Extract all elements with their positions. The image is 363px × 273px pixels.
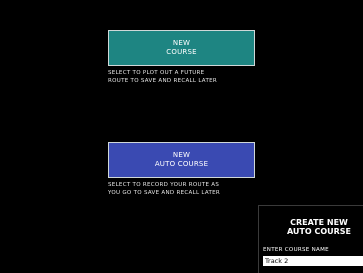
dialog-title-line1: CREATE NEW: [290, 218, 348, 227]
new-course-description: SELECT TO PLOT OUT A FUTURE ROUTE TO SAV…: [108, 69, 217, 85]
new-course-description-line1: SELECT TO PLOT OUT A FUTURE: [108, 70, 205, 76]
create-auto-course-dialog: CREATE NEW AUTO COURSE ENTER COURSE NAME: [258, 205, 363, 273]
new-auto-course-button[interactable]: NEW AUTO COURSE: [108, 142, 255, 178]
dialog-title: CREATE NEW AUTO COURSE: [259, 218, 363, 236]
new-auto-course-description-line1: SELECT TO RECORD YOUR ROUTE AS: [108, 182, 220, 188]
new-course-label-line1: NEW: [172, 39, 191, 47]
course-name-label: ENTER COURSE NAME: [263, 247, 329, 253]
course-name-input[interactable]: [263, 256, 363, 266]
new-auto-course-description-line2: YOU GO TO SAVE AND RECALL LATER: [108, 190, 221, 196]
dialog-title-line2: AUTO COURSE: [286, 227, 352, 236]
new-auto-course-label-line1: NEW: [172, 151, 191, 159]
course-menu-screen: NEW COURSE SELECT TO PLOT OUT A FUTURE R…: [0, 0, 363, 273]
new-course-label-line2: COURSE: [166, 48, 197, 56]
new-course-description-line2: ROUTE TO SAVE AND RECALL LATER: [108, 78, 218, 84]
new-auto-course-label-line2: AUTO COURSE: [154, 160, 209, 168]
new-auto-course-description: SELECT TO RECORD YOUR ROUTE AS YOU GO TO…: [108, 181, 220, 197]
new-course-button[interactable]: NEW COURSE: [108, 30, 255, 66]
